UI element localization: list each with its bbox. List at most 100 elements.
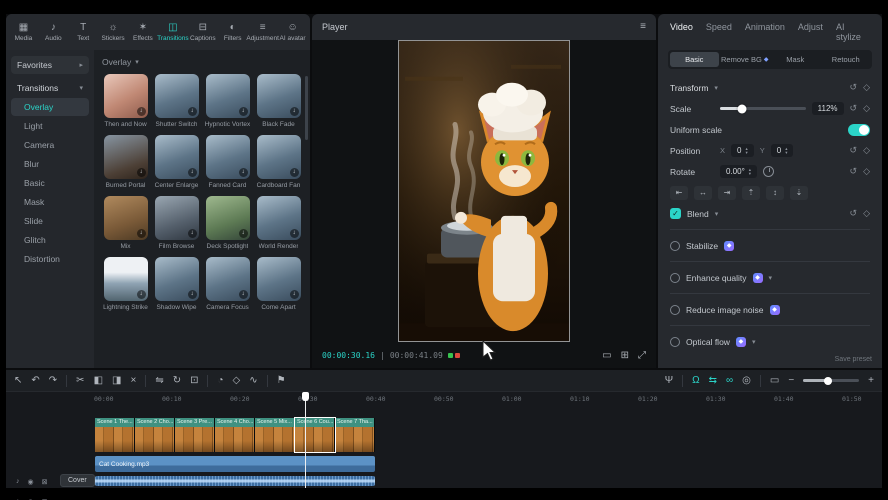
position-x-input[interactable]: 0 ▴▾ [731,144,754,157]
chevron-down-icon[interactable]: ▾ [752,338,756,346]
toolbar-item-text[interactable]: TText [69,23,98,42]
crop-icon[interactable]: ⊡ [190,376,198,386]
delete-left-icon[interactable]: ◧ [94,376,103,386]
toolbar-item-filters[interactable]: ◐Filters [218,23,247,42]
transition-card-black-fade[interactable]: ↓Black Fade [255,74,302,128]
tab-speed[interactable]: Speed [706,22,732,42]
zoom-slider-thumb[interactable] [824,377,832,385]
zoom-out-icon[interactable]: − [788,376,794,386]
download-icon[interactable]: ↓ [188,168,197,177]
graph-icon[interactable]: ∿ [249,376,257,386]
sidebar-item-distortion[interactable]: Distortion [11,250,89,268]
checkbox-enhance-quality[interactable] [670,273,680,283]
fullscreen-icon[interactable]: ⤢ [638,350,646,361]
marker-icon[interactable]: ⚑ [277,376,286,386]
download-icon[interactable]: ↓ [137,229,146,238]
sidebar-item-camera[interactable]: Camera [11,136,89,154]
magnetic-icon[interactable]: Ω [692,376,699,386]
sidebar-item-favorites[interactable]: Favorites ▸ [11,56,89,74]
clip-scene-7-tha[interactable]: Scene 7 Tha... [335,418,375,452]
align-right-icon[interactable]: ⇥ [718,186,736,200]
keyframe-icon[interactable]: ◇ [863,208,870,219]
transition-card-come-apart[interactable]: ↓Come Apart [255,257,302,311]
checkbox-reduce-image-noise[interactable] [670,305,680,315]
transition-card-shadow-wipe[interactable]: ↓Shadow Wipe [153,257,200,311]
redo-icon[interactable]: ↷ [49,376,57,386]
player-menu-icon[interactable]: ≡ [640,22,646,32]
transition-card-camera-focus[interactable]: ↓Camera Focus [204,257,251,311]
toolbar-item-adjustment[interactable]: ≡Adjustment [248,23,277,42]
player-viewport[interactable] [312,40,656,342]
rotate-dial-icon[interactable] [763,166,774,177]
undo-icon[interactable]: ↶ [31,376,39,386]
lock-track-icon[interactable]: ⊠ [42,478,48,486]
sidebar-item-light[interactable]: Light [11,117,89,135]
sidebar-group-transitions[interactable]: Transitions ▾ [11,81,89,97]
split-icon[interactable]: ✂ [76,376,84,386]
download-icon[interactable]: ↓ [239,290,248,299]
transition-card-film-browse[interactable]: ↓Film Browse [153,196,200,250]
download-icon[interactable]: ↓ [290,290,299,299]
playhead[interactable] [305,392,306,488]
download-icon[interactable]: ↓ [137,107,146,116]
toolbar-item-captions[interactable]: ⊟Captions [188,23,217,42]
sidebar-item-mask[interactable]: Mask [11,193,89,211]
transition-card-burned-portal[interactable]: ↓Burned Portal [102,135,149,189]
tab-animation[interactable]: Animation [745,22,785,42]
clip-scene-1-the[interactable]: Scene 1 The... [95,418,135,452]
save-preset-button[interactable]: Save preset [835,356,872,363]
toolbar-item-media[interactable]: ▦Media [9,23,38,42]
position-y-input[interactable]: 0 ▴▾ [771,144,794,157]
transition-card-world-render[interactable]: ↓World Render [255,196,302,250]
keyframe-icon[interactable]: ◇ [863,103,870,114]
transition-card-deck-spotlight[interactable]: ↓Deck Spotlight [204,196,251,250]
audio-clip[interactable]: Cat Cooking.mp3 [95,456,375,472]
stepper-down-icon[interactable]: ▾ [745,151,747,155]
keyframe-icon[interactable]: ◇ [863,145,870,156]
transition-card-lightning-strike[interactable]: ↓Lightning Strike [102,257,149,311]
chevron-down-icon[interactable]: ▾ [769,274,773,282]
mirror-icon[interactable]: ⇋ [155,376,163,386]
download-icon[interactable]: ↓ [239,229,248,238]
clip-scene-3-pre[interactable]: Scene 3 Pre... [175,418,215,452]
subtab-retouch[interactable]: Retouch [822,52,871,67]
ratio-icon[interactable]: ▭ [602,350,611,361]
stepper-down-icon[interactable]: ▾ [785,151,787,155]
download-icon[interactable]: ↓ [239,107,248,116]
rotate-icon[interactable]: ↻ [173,376,181,386]
sidebar-item-slide[interactable]: Slide [11,212,89,230]
transition-card-cardboard-fan[interactable]: ↓Cardboard Fan [255,135,302,189]
align-center-horizontal-icon[interactable]: ↔ [694,186,712,200]
zoom-slider[interactable] [803,379,859,382]
blend-checkbox[interactable]: ✓ [670,208,681,219]
align-bottom-icon[interactable]: ⇣ [790,186,808,200]
clip-scene-5-mix[interactable]: Scene 5 Mix... [255,418,295,452]
chevron-down-icon[interactable]: ▾ [715,210,719,218]
tab-adjust[interactable]: Adjust [798,22,823,42]
reset-icon[interactable]: ↺ [850,208,858,219]
stepper-down-icon[interactable]: ▾ [749,172,751,176]
clip-scene-6-cou[interactable]: Scene 6 Cou... [295,418,335,452]
sidebar-item-glitch[interactable]: Glitch [11,231,89,249]
zoom-fit-icon[interactable]: ▭ [770,376,779,386]
preview-axis-icon[interactable]: ◎ [742,376,751,386]
toolbar-item-effects[interactable]: ✶Effects [129,23,158,42]
align-left-icon[interactable]: ⇤ [670,186,688,200]
clip-scene-4-cho[interactable]: Scene 4 Cho... [215,418,255,452]
chevron-down-icon[interactable]: ▾ [135,58,139,66]
library-scrollbar[interactable] [305,76,308,140]
transition-card-mix[interactable]: ↓Mix [102,196,149,250]
checkbox-optical-flow[interactable] [670,337,680,347]
tab-video[interactable]: Video [670,22,693,42]
delete-right-icon[interactable]: ◨ [112,376,121,386]
align-top-icon[interactable]: ⇡ [742,186,760,200]
auto-ripple-icon[interactable]: ⇆ [709,376,717,386]
audio-waveform[interactable] [95,476,375,486]
sidebar-item-overlay[interactable]: Overlay [11,98,89,116]
transition-card-center-enlarge[interactable]: ↓Center Enlarge [153,135,200,189]
checkbox-stabilize[interactable] [670,241,680,251]
transition-card-hypnotic-vortex[interactable]: ↓Hypnotic Vortex [204,74,251,128]
keyframe-icon[interactable]: ◇ [863,166,870,177]
download-icon[interactable]: ↓ [239,168,248,177]
chevron-down-icon[interactable]: ▾ [714,84,718,92]
